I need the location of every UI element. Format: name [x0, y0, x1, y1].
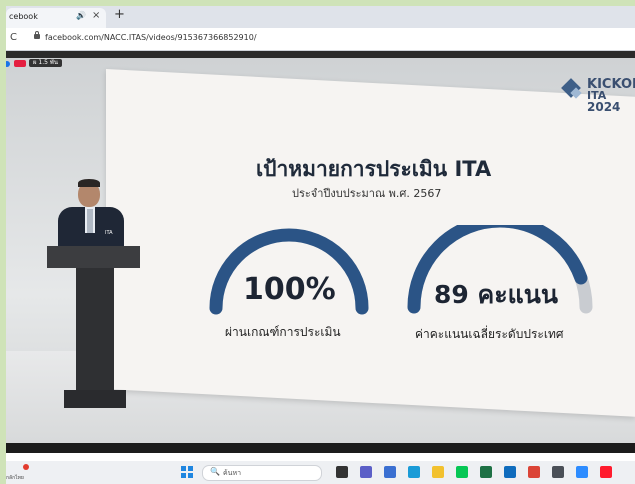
line-icon[interactable] — [456, 466, 468, 478]
browser-tab-strip: cebook 🔊 × + — [6, 6, 635, 28]
gauge-pass-label: ผ่านเกณฑ์การประเมิน — [225, 325, 341, 339]
taskbar-search[interactable]: 🔍 ค้นหา — [202, 465, 322, 481]
lock-icon[interactable] — [34, 31, 40, 39]
opera-icon[interactable] — [600, 466, 612, 478]
chat-icon[interactable] — [360, 466, 372, 478]
photos-icon[interactable] — [384, 466, 396, 478]
speaker-tie — [87, 209, 93, 233]
browser-tab[interactable]: cebook 🔊 × — [6, 8, 106, 28]
podium-base — [64, 390, 126, 408]
address-bar: C facebook.com/NACC.ITAS/videos/91536736… — [6, 28, 635, 51]
video-player[interactable]: ผ 1.5 พัน KICKOF ITA 2024 เป้าหมายการประ… — [6, 51, 635, 453]
search-icon: 🔍 — [210, 467, 220, 476]
gauge-score-label: ค่าคะแนนเฉลี่ยระดับประเทศ — [415, 327, 564, 341]
zoom-icon[interactable] — [576, 466, 588, 478]
url-field[interactable]: facebook.com/NACC.ITAS/videos/9153673668… — [45, 33, 257, 42]
podium-top — [47, 246, 140, 268]
logo-line3: 2024 — [587, 100, 621, 114]
reload-icon[interactable]: C — [10, 32, 17, 43]
video-bottom-bar — [6, 443, 635, 453]
podium-stand — [76, 268, 114, 393]
close-icon[interactable]: × — [92, 10, 100, 21]
new-tab-button[interactable]: + — [114, 7, 125, 22]
excel-icon[interactable] — [480, 466, 492, 478]
widget-text: กลักไทย — [6, 475, 24, 481]
weather-widget[interactable]: กลักไทย — [6, 463, 36, 481]
slide-subtitle: ประจำปีงบประมาณ พ.ศ. 2567 — [292, 187, 442, 200]
speaker-icon[interactable]: 🔊 — [76, 11, 86, 20]
slide-title: เป้าหมายการประเมิน ITA — [256, 157, 492, 181]
speaker-badge: ITA — [105, 230, 113, 236]
gauge-pass-value: 100% — [243, 272, 336, 307]
file-explorer-icon[interactable] — [432, 466, 444, 478]
screen: cebook 🔊 × + C facebook.com/NACC.ITAS/vi… — [6, 6, 635, 484]
calculator-icon[interactable] — [552, 466, 564, 478]
chrome-icon[interactable] — [528, 466, 540, 478]
tab-title: cebook — [9, 12, 38, 21]
search-placeholder: ค้นหา — [223, 469, 242, 477]
speaker-hair — [78, 179, 100, 187]
gauge-score-value: 89 คะแนน — [434, 280, 558, 309]
slide-content: KICKOF ITA 2024 เป้าหมายการประเมิน ITA ป… — [6, 51, 635, 453]
taskbar: กลักไทย 🔍 ค้นหา — [6, 461, 635, 484]
start-icon[interactable] — [181, 466, 193, 478]
task-view-icon[interactable] — [336, 466, 348, 478]
outlook-icon[interactable] — [504, 466, 516, 478]
edge-icon[interactable] — [408, 466, 420, 478]
notification-dot-icon — [23, 464, 29, 470]
